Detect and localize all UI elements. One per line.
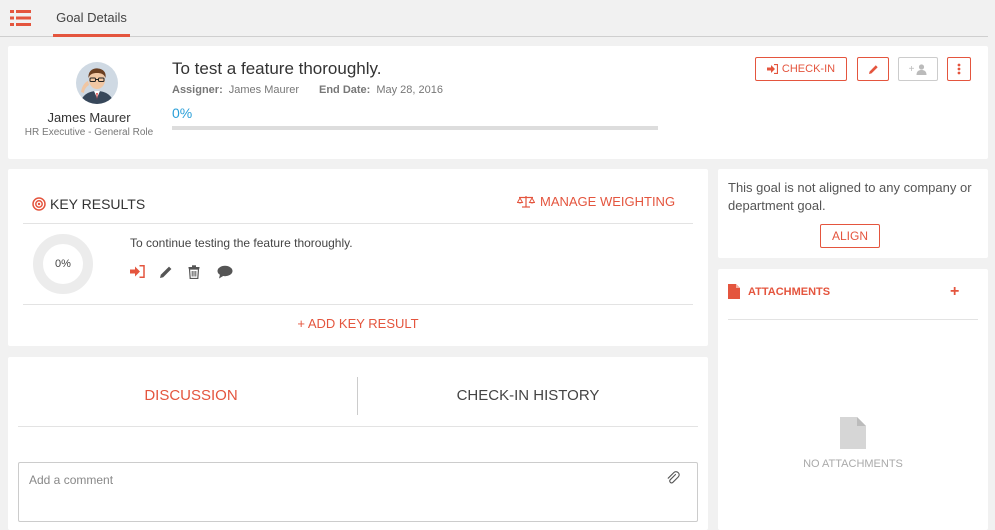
tab-goal-details[interactable]: Goal Details bbox=[53, 0, 130, 37]
key-results-card: KEY RESULTS MANAGE WEIGHTING 0% To conti… bbox=[8, 169, 708, 346]
comment-icon[interactable] bbox=[217, 265, 233, 280]
attachments-card: ATTACHMENTS + NO ATTACHMENTS bbox=[718, 269, 988, 530]
check-in-label: CHECK-IN bbox=[781, 63, 836, 75]
manage-weighting-button[interactable]: MANAGE WEIGHTING bbox=[517, 194, 675, 209]
more-options-button[interactable] bbox=[947, 57, 971, 81]
balance-scale-icon bbox=[517, 196, 535, 208]
target-icon bbox=[32, 197, 46, 211]
owner-name: James Maurer bbox=[47, 110, 131, 125]
tab-check-in-history[interactable]: CHECK-IN HISTORY bbox=[358, 377, 698, 415]
sign-in-icon bbox=[766, 64, 778, 74]
assigner-meta: Assigner: James Maurer bbox=[172, 84, 299, 96]
alignment-card: This goal is not aligned to any company … bbox=[718, 169, 988, 258]
key-result-actions bbox=[130, 265, 233, 280]
align-button[interactable]: ALIGN bbox=[820, 224, 880, 248]
no-attachments-text: NO ATTACHMENTS bbox=[803, 458, 903, 470]
empty-file-icon bbox=[840, 417, 866, 449]
list-menu-icon[interactable] bbox=[10, 10, 31, 26]
key-result-progress-text: 0% bbox=[55, 258, 71, 270]
trash-icon[interactable] bbox=[188, 265, 203, 280]
goal-progress-bar bbox=[172, 126, 658, 130]
check-in-icon[interactable] bbox=[130, 265, 145, 280]
end-date-label: End Date: bbox=[319, 84, 371, 96]
file-icon bbox=[728, 284, 740, 299]
pencil-icon bbox=[868, 64, 878, 74]
attachments-title: ATTACHMENTS bbox=[748, 285, 831, 298]
end-date-meta: End Date: May 28, 2016 bbox=[319, 84, 443, 96]
check-in-button[interactable]: CHECK-IN bbox=[755, 57, 847, 81]
key-result-progress-donut: 0% bbox=[33, 234, 93, 294]
manage-weighting-label: MANAGE WEIGHTING bbox=[540, 194, 676, 209]
assigner-value: James Maurer bbox=[228, 84, 300, 96]
edit-goal-button[interactable] bbox=[857, 57, 889, 81]
avatar bbox=[76, 62, 118, 104]
discussion-card: DISCUSSION CHECK-IN HISTORY bbox=[8, 357, 708, 530]
divider bbox=[23, 223, 693, 224]
vertical-ellipsis-icon bbox=[957, 63, 961, 75]
assigner-label: Assigner: bbox=[172, 84, 223, 96]
key-results-title: KEY RESULTS bbox=[50, 196, 146, 212]
add-key-result-button[interactable]: + ADD KEY RESULT bbox=[8, 316, 708, 331]
goal-progress-text: 0% bbox=[172, 105, 193, 121]
goal-card: James Maurer HR Executive - General Role… bbox=[8, 46, 988, 159]
owner-role: HR Executive - General Role bbox=[24, 127, 154, 138]
divider bbox=[18, 426, 698, 427]
goal-title: To test a feature thoroughly. bbox=[172, 59, 382, 78]
comment-input[interactable] bbox=[18, 462, 698, 522]
edit-pencil-icon[interactable] bbox=[159, 265, 174, 280]
alignment-message: This goal is not aligned to any company … bbox=[728, 180, 972, 213]
user-icon bbox=[916, 63, 927, 75]
divider bbox=[23, 304, 693, 305]
add-attachment-button[interactable]: + bbox=[950, 283, 959, 301]
add-collaborator-button[interactable]: + bbox=[898, 57, 938, 81]
key-results-heading: KEY RESULTS bbox=[32, 196, 145, 212]
end-date-value: May 28, 2016 bbox=[376, 84, 443, 96]
attachments-heading: ATTACHMENTS bbox=[728, 284, 830, 299]
paperclip-icon[interactable] bbox=[666, 471, 680, 485]
top-bar: Goal Details bbox=[0, 0, 988, 37]
tab-discussion[interactable]: DISCUSSION bbox=[16, 377, 366, 415]
divider bbox=[728, 319, 978, 320]
key-result-text: To continue testing the feature thorough… bbox=[130, 236, 353, 250]
add-label: + bbox=[908, 63, 915, 75]
